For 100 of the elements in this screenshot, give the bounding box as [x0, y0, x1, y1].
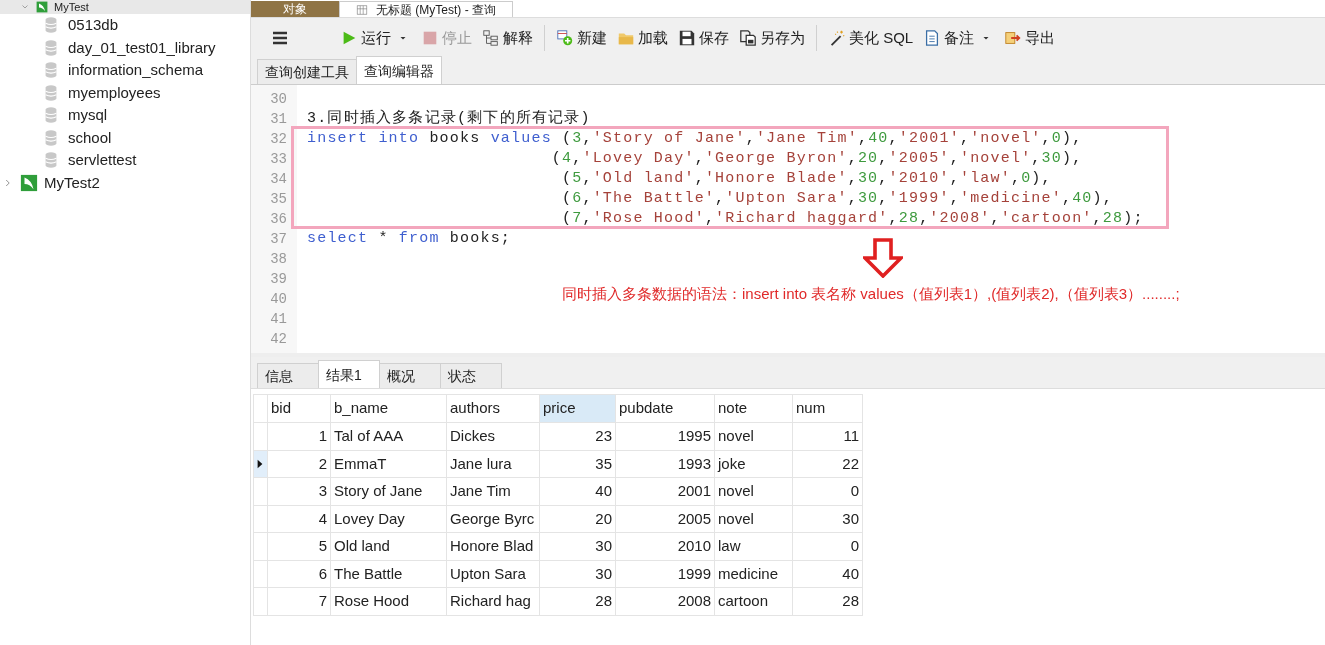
table-cell: 7: [267, 587, 331, 615]
line-number: 40: [270, 290, 287, 309]
line-number: 39: [270, 270, 287, 289]
table-cell: 2: [267, 450, 331, 478]
database-name[interactable]: day_01_test01_library: [68, 36, 216, 59]
database-name[interactable]: myemployees: [68, 81, 161, 104]
connection-icon: [36, 1, 48, 13]
table-cell: George Byrc: [446, 505, 540, 533]
tab[interactable]: 信息: [257, 363, 319, 388]
tab[interactable]: 状态: [440, 363, 502, 388]
table-cell: 22: [792, 450, 863, 478]
table-cell: 40: [792, 560, 863, 588]
table-cell: Jane Tim: [446, 477, 540, 505]
table-cell: 1993: [615, 450, 715, 478]
line-number: 35: [270, 190, 287, 209]
connection-name[interactable]: MyTest: [54, 1, 89, 13]
table-cell: 35: [539, 450, 616, 478]
export-icon: [1004, 29, 1023, 47]
line-number: 33: [270, 150, 287, 169]
window-tab[interactable]: 无标题 (MyTest) - 查询: [339, 1, 513, 17]
column-header[interactable]: price: [539, 394, 616, 423]
annotation-text: 同时插入多条数据的语法：insert into 表名称 values（值列表1）,(值列表2),（值列表3）........;: [562, 284, 1180, 304]
table-cell: Tal of AAA: [330, 422, 447, 450]
table-cell: Rose Hood: [330, 587, 447, 615]
new-query-icon: [556, 29, 574, 47]
table-cell: 23: [539, 422, 616, 450]
line-number: 32: [270, 130, 287, 149]
table-cell: 5: [267, 532, 331, 560]
tab[interactable]: 概况: [379, 363, 441, 388]
column-header[interactable]: note: [714, 394, 793, 423]
toolbar-button[interactable]: 加载: [614, 23, 671, 53]
diagram-icon: [482, 29, 500, 47]
database-icon: [42, 16, 60, 35]
table-cell: Dickes: [446, 422, 540, 450]
database-icon: [42, 128, 60, 147]
line-number: 34: [270, 170, 287, 189]
table-cell: medicine: [714, 560, 793, 588]
table-cell: cartoon: [714, 587, 793, 615]
line-number: 38: [270, 250, 287, 269]
column-header[interactable]: authors: [446, 394, 540, 423]
down-arrow-icon: [863, 238, 903, 278]
toolbar-button[interactable]: 另存为: [736, 23, 808, 53]
table-cell: 6: [267, 560, 331, 588]
table-cell: 20: [539, 505, 616, 533]
tab[interactable]: 查询创建工具: [257, 59, 357, 84]
toolbar-button[interactable]: 美化 SQL: [825, 23, 917, 53]
table-cell: 0: [792, 477, 863, 505]
line-number: 30: [270, 90, 287, 109]
save-as-icon: [739, 29, 757, 47]
database-name[interactable]: 0513db: [68, 14, 119, 37]
column-header[interactable]: bid: [267, 394, 331, 423]
toolbar-button[interactable]: 导出: [1001, 23, 1059, 53]
table-cell: law: [714, 532, 793, 560]
table-cell: The Battle: [330, 560, 447, 588]
toolbar-button[interactable]: 解释: [479, 23, 536, 53]
line-number: 41: [270, 310, 287, 329]
database-icon: [42, 106, 60, 125]
table-cell: joke: [714, 450, 793, 478]
table-cell: 28: [539, 587, 616, 615]
code-line: (4,'Lovey Day','George Byron',20,'2005','novel',30),: [550, 150, 1083, 167]
toolbar-button[interactable]: 运行: [337, 23, 394, 53]
column-header[interactable]: pubdate: [615, 394, 715, 423]
table-cell: Honore Blad: [446, 532, 540, 560]
connection-name[interactable]: MyTest2: [44, 174, 100, 191]
database-name[interactable]: information_schema: [68, 59, 204, 82]
database-name[interactable]: mysql: [68, 104, 108, 127]
table-cell: Story of Jane: [330, 477, 447, 505]
code-line: (5,'Old land','Honore Blade',30,'2010','law',0),: [561, 170, 1052, 187]
table-cell: novel: [714, 505, 793, 533]
table-cell: 4: [267, 505, 331, 533]
toolbar-button[interactable]: 保存: [675, 23, 732, 53]
database-name[interactable]: servlettest: [68, 149, 137, 172]
table-cell: Jane lura: [446, 450, 540, 478]
table-cell: 3: [267, 477, 331, 505]
toolbar-button[interactable]: 备注: [920, 23, 978, 53]
table-cell: 2005: [615, 505, 715, 533]
line-number: 37: [270, 230, 287, 249]
tab[interactable]: 查询编辑器: [356, 56, 442, 84]
line-number: 36: [270, 210, 287, 229]
tab[interactable]: 结果1: [318, 360, 380, 388]
table-cell: Old land: [330, 532, 447, 560]
column-header[interactable]: num: [792, 394, 863, 423]
toolbar-button[interactable]: 新建: [553, 23, 610, 53]
table-cell: 11: [792, 422, 863, 450]
table-cell: 1995: [615, 422, 715, 450]
table-cell: 1: [267, 422, 331, 450]
code-line: (6,'The Battle','Upton Sara',30,'1999','medicine',40),: [561, 190, 1113, 207]
table-cell: 1999: [615, 560, 715, 588]
table-cell: EmmaT: [330, 450, 447, 478]
table-cell: 30: [539, 560, 616, 588]
table-cell: novel: [714, 422, 793, 450]
magic-wand-icon: [828, 29, 846, 47]
connection-icon: [20, 173, 38, 192]
table-cell: 2001: [615, 477, 715, 505]
column-header[interactable]: b_name: [330, 394, 447, 423]
table-cell: 2010: [615, 532, 715, 560]
window-tab[interactable]: 对象: [251, 1, 339, 17]
code-line: select * from books;: [307, 230, 512, 247]
database-name[interactable]: school: [68, 126, 112, 149]
line-number: 31: [270, 110, 287, 129]
